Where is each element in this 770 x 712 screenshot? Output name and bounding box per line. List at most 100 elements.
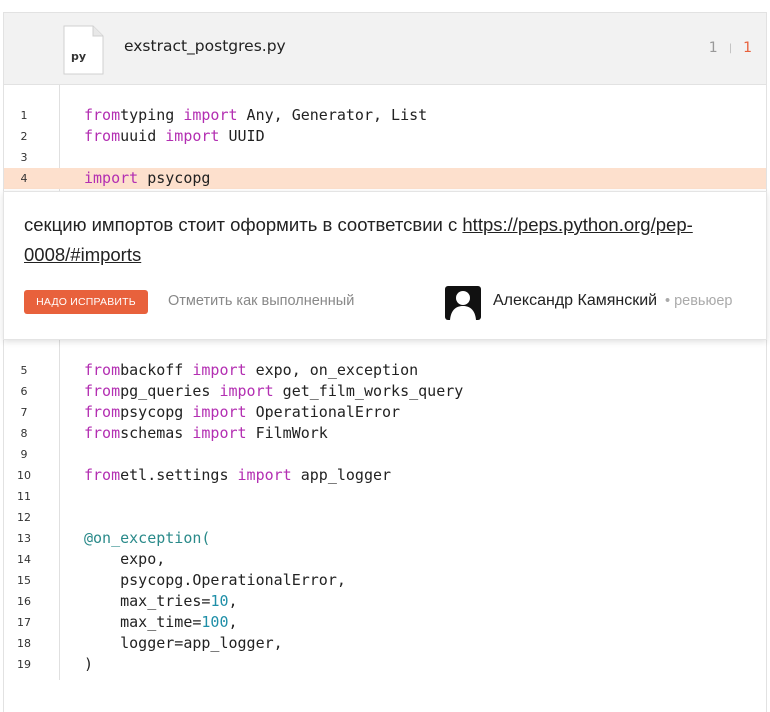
code-text: fromtyping import Any, Generator, List xyxy=(84,105,427,126)
code-line[interactable]: 10 frometl.settings import app_logger xyxy=(4,465,766,486)
line-number[interactable]: 3 xyxy=(4,147,44,168)
code-block-bottom: 5 frombackoff import expo, on_exception 6 f… xyxy=(4,360,766,675)
code-token: backoff xyxy=(120,361,193,379)
comment-body: секцию импортов стоит оформить в соответ… xyxy=(24,214,463,235)
file-type-label: py xyxy=(71,50,87,63)
line-number[interactable]: 7 xyxy=(4,402,44,423)
code-line[interactable]: 1 fromtyping import Any, Generator, List xyxy=(4,105,766,126)
code-keyword: from xyxy=(84,424,121,442)
python-file-icon: py xyxy=(63,25,104,75)
code-keyword: from xyxy=(84,382,121,400)
code-line[interactable]: 3 xyxy=(4,147,766,168)
code-text: frompsycopg import OperationalError xyxy=(84,402,400,423)
code-token: psycopg xyxy=(120,403,193,421)
code-keyword: import xyxy=(192,361,247,379)
code-token: expo, xyxy=(84,550,166,568)
code-line[interactable]: 6 frompg_queries import get_film_works_qu… xyxy=(4,381,766,402)
mark-done-button[interactable]: Отметить как выполненный xyxy=(168,293,354,309)
line-number[interactable]: 10 xyxy=(4,465,44,486)
code-text: ) xyxy=(84,654,93,675)
line-number[interactable]: 9 xyxy=(4,444,44,465)
code-keyword: import xyxy=(237,466,292,484)
file-name[interactable]: exstract_postgres.py xyxy=(124,37,286,55)
code-text: frometl.settings import app_logger xyxy=(84,465,391,486)
code-token: app_logger xyxy=(291,466,392,484)
review-comment: секцию импортов стоит оформить в соответ… xyxy=(3,191,767,340)
code-keyword: import xyxy=(192,403,247,421)
code-keyword: from xyxy=(84,127,121,145)
code-token: max_tries= xyxy=(84,592,211,610)
code-keyword: from xyxy=(84,403,121,421)
code-line[interactable]: 18 logger=app_logger, xyxy=(4,633,766,654)
code-token: psycopg xyxy=(138,169,211,187)
code-text: expo, xyxy=(84,549,165,570)
line-number[interactable]: 6 xyxy=(4,381,44,402)
code-line[interactable]: 8 fromschemas import FilmWork xyxy=(4,423,766,444)
line-number[interactable]: 19 xyxy=(4,654,44,675)
code-token: typing xyxy=(120,106,184,124)
code-line[interactable]: 7 frompsycopg import OperationalError xyxy=(4,402,766,423)
line-number[interactable]: 14 xyxy=(4,549,44,570)
line-number[interactable]: 12 xyxy=(4,507,44,528)
code-text: @on_exception( xyxy=(84,528,210,549)
line-number[interactable]: 13 xyxy=(4,528,44,549)
code-line[interactable]: 16 max_tries=10, xyxy=(4,591,766,612)
line-number[interactable]: 5 xyxy=(4,360,44,381)
reviewer-role: • ревьюер xyxy=(665,293,733,309)
code-token: FilmWork xyxy=(246,424,328,442)
reviewer-name: Александр Камянский xyxy=(493,292,658,309)
code-number: 100 xyxy=(201,613,229,631)
comment-text: секцию импортов стоит оформить в соответ… xyxy=(24,210,724,270)
line-number[interactable]: 17 xyxy=(4,612,44,633)
code-keyword: import xyxy=(219,382,274,400)
comment-count-new[interactable]: 1 xyxy=(743,40,752,56)
code-text: max_tries=10, xyxy=(84,591,238,612)
line-number[interactable]: 8 xyxy=(4,423,44,444)
code-keyword: import xyxy=(84,169,139,187)
file-header: py exstract_postgres.py 1 | 1 xyxy=(3,12,767,85)
comment-counts: 1 | 1 xyxy=(709,40,752,56)
code-line[interactable]: 14 expo, xyxy=(4,549,766,570)
comment-count-total: 1 xyxy=(708,40,718,56)
code-line[interactable]: 13 @on_exception( xyxy=(4,528,766,549)
code-token: Any, Generator, List xyxy=(237,106,428,124)
code-token: ) xyxy=(84,655,94,673)
count-separator: | xyxy=(728,42,733,54)
code-text: frompg_queries import get_film_works_que… xyxy=(84,381,463,402)
code-line[interactable]: 12 xyxy=(4,507,766,528)
line-number[interactable]: 18 xyxy=(4,633,44,654)
line-number[interactable]: 15 xyxy=(4,570,44,591)
code-text: import psycopg xyxy=(84,168,210,189)
code-line[interactable]: 4 import psycopg xyxy=(4,168,766,189)
code-line[interactable]: 2 fromuuid import UUID xyxy=(4,126,766,147)
needs-fix-button[interactable]: НАДО ИСПРАВИТЬ xyxy=(24,290,148,314)
code-keyword: import xyxy=(192,424,247,442)
line-number[interactable]: 2 xyxy=(4,126,44,147)
code-token: logger=app_logger, xyxy=(84,634,283,652)
code-line[interactable]: 9 xyxy=(4,444,766,465)
code-text: max_time=100, xyxy=(84,612,238,633)
code-token: , xyxy=(228,592,238,610)
code-line[interactable]: 5 frombackoff import expo, on_exception xyxy=(4,360,766,381)
code-line[interactable]: 11 xyxy=(4,486,766,507)
code-token: , xyxy=(228,613,238,631)
code-line[interactable]: 15 psycopg.OperationalError, xyxy=(4,570,766,591)
code-text: psycopg.OperationalError, xyxy=(84,570,346,591)
code-text: frombackoff import expo, on_exception xyxy=(84,360,418,381)
line-number[interactable]: 4 xyxy=(4,168,44,189)
code-line[interactable]: 17 max_time=100, xyxy=(4,612,766,633)
code-block-top: 1 fromtyping import Any, Generator, List 2… xyxy=(4,105,766,189)
code-keyword: from xyxy=(84,106,121,124)
code-text: fromschemas import FilmWork xyxy=(84,423,328,444)
reviewer-avatar xyxy=(445,286,481,320)
code-line[interactable]: 19) xyxy=(4,654,766,675)
line-number[interactable]: 16 xyxy=(4,591,44,612)
code-token: max_time= xyxy=(84,613,202,631)
user-silhouette-icon xyxy=(450,291,476,320)
code-token: UUID xyxy=(219,127,265,145)
code-token: OperationalError xyxy=(246,403,401,421)
line-number[interactable]: 11 xyxy=(4,486,44,507)
line-number[interactable]: 1 xyxy=(4,105,44,126)
code-token: get_film_works_query xyxy=(273,382,464,400)
code-token: expo, on_exception xyxy=(246,361,419,379)
